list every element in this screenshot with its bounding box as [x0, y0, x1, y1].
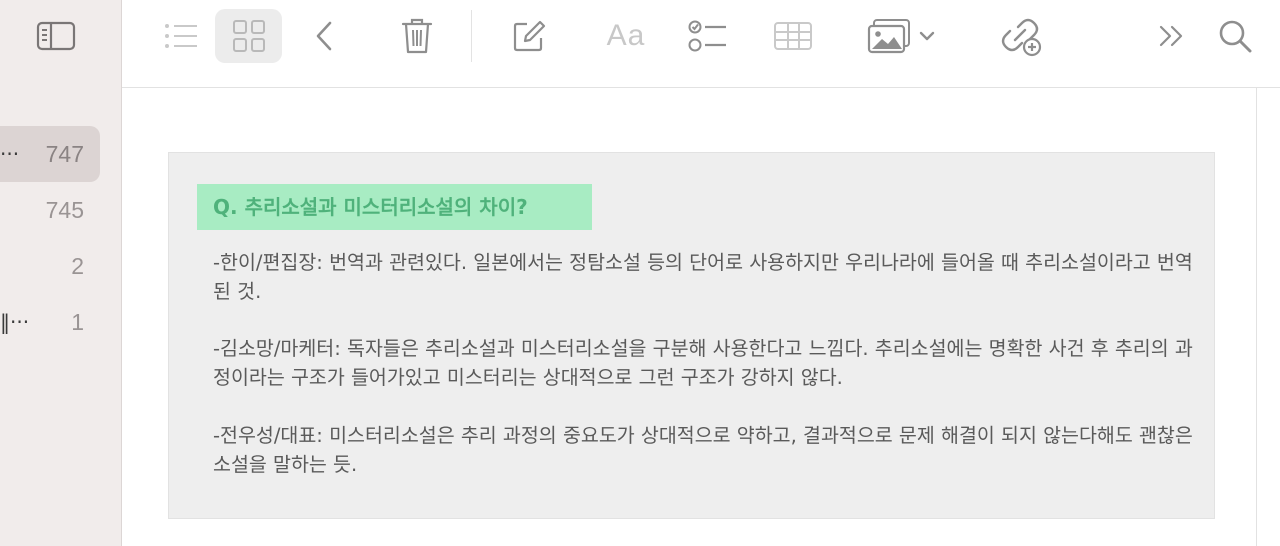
- collaborate-button[interactable]: [998, 9, 1044, 63]
- delete-button[interactable]: [394, 9, 440, 63]
- sidebar-icon: [36, 21, 76, 51]
- folder-count: 745: [45, 196, 84, 223]
- folder-row[interactable]: ‖··· 1: [0, 294, 100, 350]
- compose-icon: [513, 20, 546, 52]
- sidebar: ··· 747 745 2 ‖··· 1: [0, 0, 122, 546]
- note-block[interactable]: Q. 추리소설과 미스터리소설의 차이? -한이/편집장: 번역과 관련있다. …: [168, 152, 1215, 519]
- sidebar-toggle-button[interactable]: [36, 20, 76, 52]
- more-button[interactable]: [1152, 9, 1192, 63]
- folder-name: ···: [0, 142, 20, 166]
- toolbar: Aa: [122, 0, 1280, 88]
- gallery-view-button[interactable]: [215, 9, 282, 63]
- folder-count: 1: [71, 308, 84, 335]
- compose-button[interactable]: [506, 9, 552, 63]
- back-icon: [316, 21, 332, 51]
- collaborate-icon: [1001, 18, 1042, 57]
- folder-name: ‖···: [0, 310, 30, 334]
- format-button[interactable]: Aa: [600, 9, 652, 63]
- list-view-icon: [165, 24, 197, 48]
- more-icon: [1159, 25, 1183, 47]
- folder-count: 747: [45, 140, 84, 167]
- table-icon: [774, 22, 812, 50]
- note-paragraph: -김소망/마케터: 독자들은 추리소설과 미스터리소설을 구분해 사용한다고 느…: [213, 337, 1193, 389]
- media-icon: [867, 19, 910, 54]
- scrollbar-track[interactable]: [1256, 88, 1257, 546]
- note-paragraph: -한이/편집장: 번역과 관련있다. 일본에서는 정탐소설 등의 단어로 사용하…: [213, 251, 1193, 303]
- checklist-button[interactable]: [686, 9, 730, 63]
- back-button[interactable]: [302, 9, 346, 63]
- note-question: Q. 추리소설과 미스터리소설의 차이?: [213, 195, 528, 219]
- format-icon: Aa: [606, 19, 646, 52]
- list-view-button[interactable]: [152, 9, 210, 63]
- media-button[interactable]: [860, 9, 942, 63]
- table-button[interactable]: [770, 9, 816, 63]
- toolbar-divider: [471, 10, 472, 62]
- search-icon: [1219, 20, 1252, 53]
- gallery-view-icon: [232, 20, 265, 52]
- folder-row[interactable]: 745: [0, 182, 100, 238]
- chevron-down-icon: [919, 31, 935, 41]
- search-button[interactable]: [1212, 9, 1258, 63]
- note-paragraph: -전우성/대표: 미스터리소설은 추리 과정의 중요도가 상대적으로 약하고, …: [213, 424, 1193, 476]
- checklist-icon: [688, 20, 726, 52]
- folder-row[interactable]: 2: [0, 238, 100, 294]
- trash-icon: [401, 18, 433, 54]
- folder-row[interactable]: ··· 747: [0, 126, 100, 182]
- folder-count: 2: [71, 252, 84, 279]
